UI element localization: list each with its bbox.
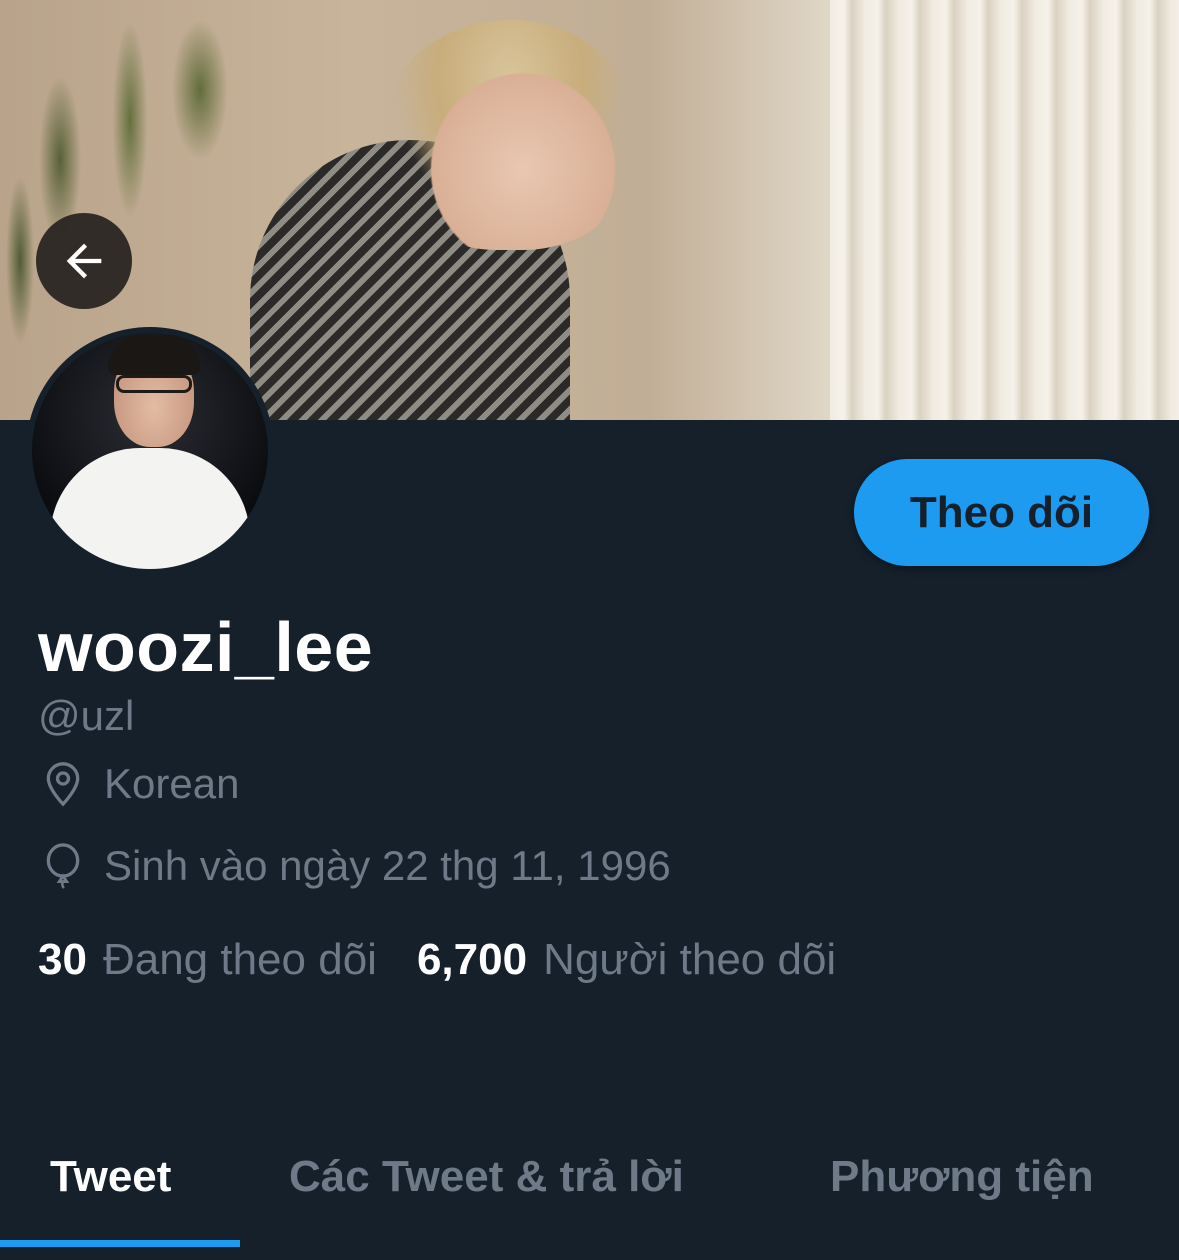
location-pin-icon <box>38 759 88 809</box>
banner-curtain <box>830 0 1179 420</box>
tab-media[interactable]: Phương tiện <box>830 1150 1094 1204</box>
follow-stats: 30 Đang theo dõi 6,700 Người theo dõi <box>38 933 836 987</box>
banner-person-head <box>380 20 640 250</box>
avatar-hair <box>108 335 200 375</box>
active-tab-indicator <box>0 1240 240 1247</box>
followers-label: Người theo dõi <box>543 935 837 984</box>
follow-button[interactable]: Theo dõi <box>854 459 1149 566</box>
following-link[interactable]: 30 Đang theo dõi <box>38 933 377 987</box>
followers-count: 6,700 <box>416 935 528 984</box>
balloon-icon <box>38 841 88 891</box>
user-handle: @uzl <box>38 692 135 739</box>
avatar-image <box>32 333 268 569</box>
profile-avatar[interactable] <box>26 327 274 575</box>
arrow-left-icon <box>66 243 102 279</box>
profile-tabs: Tweet Các Tweet & trả lời Phương tiện <box>0 1140 1179 1260</box>
avatar-shirt <box>50 448 250 569</box>
display-name: woozi_lee <box>38 608 374 686</box>
birthday-row: Sinh vào ngày 22 thg 11, 1996 <box>38 840 671 892</box>
tab-tweet[interactable]: Tweet <box>50 1150 171 1204</box>
birthday-text: Sinh vào ngày 22 thg 11, 1996 <box>104 842 671 889</box>
location-row: Korean <box>38 758 239 810</box>
following-count: 30 <box>38 935 87 984</box>
followers-link[interactable]: 6,700 Người theo dõi <box>417 933 836 987</box>
location-text: Korean <box>104 760 240 807</box>
avatar-glasses <box>116 375 192 393</box>
tab-tweets-and-replies[interactable]: Các Tweet & trả lời <box>289 1150 684 1204</box>
following-label: Đang theo dõi <box>102 935 377 984</box>
back-button[interactable] <box>36 213 132 309</box>
